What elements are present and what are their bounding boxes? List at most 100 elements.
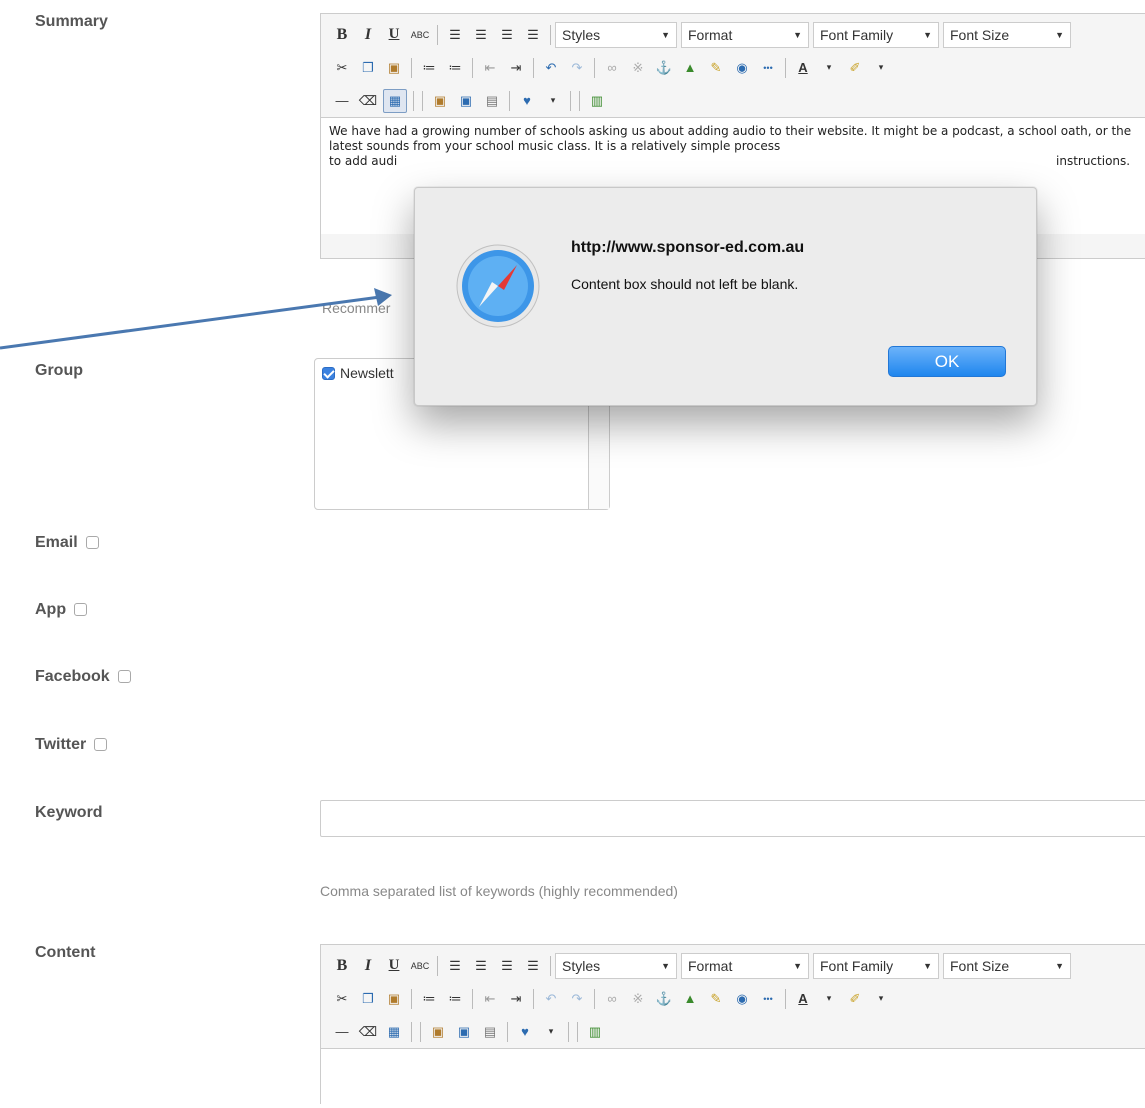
undo-icon[interactable]: ↶ — [540, 57, 562, 79]
chevron-down-icon[interactable]: ▾ — [540, 1021, 562, 1043]
cut-icon[interactable]: ✂ — [331, 57, 353, 79]
cut-icon[interactable]: ✂ — [331, 988, 353, 1010]
bold-button[interactable]: B — [331, 24, 353, 46]
anchor-icon[interactable]: ⚓ — [653, 57, 675, 79]
bullet-list-icon[interactable]: ≔ — [418, 57, 440, 79]
unlink-icon[interactable]: ※ — [627, 57, 649, 79]
redo-icon[interactable]: ↷ — [566, 988, 588, 1010]
app-checkbox[interactable] — [74, 603, 88, 617]
copy-icon[interactable]: ❐ — [357, 988, 379, 1010]
bold-button[interactable]: B — [331, 955, 353, 977]
app-row: App — [35, 601, 88, 619]
outdent-icon[interactable]: ⇤ — [479, 988, 501, 1010]
indent-icon[interactable]: ⇥ — [505, 57, 527, 79]
cleanup-icon[interactable]: ✎ — [705, 988, 727, 1010]
align-left-icon[interactable]: ☰ — [444, 955, 466, 977]
content-editor-body[interactable] — [321, 1048, 1145, 1108]
cleanup-icon[interactable]: ✎ — [705, 57, 727, 79]
undo-icon[interactable]: ↶ — [540, 988, 562, 1010]
strikethrough-button[interactable]: ABC — [409, 24, 431, 46]
copy-icon[interactable]: ❐ — [357, 57, 379, 79]
italic-button[interactable]: I — [357, 24, 379, 46]
outdent-icon[interactable]: ⇤ — [479, 57, 501, 79]
image-icon[interactable]: ▲ — [679, 57, 701, 79]
horizontal-rule-icon[interactable]: — — [331, 90, 353, 112]
chevron-down-icon: ▼ — [793, 960, 802, 971]
facebook-row: Facebook — [35, 668, 131, 686]
align-left-icon[interactable]: ☰ — [444, 24, 466, 46]
eraser-icon[interactable]: ⌫ — [357, 1021, 379, 1043]
ok-button[interactable]: OK — [888, 346, 1006, 377]
styles-dropdown[interactable]: Styles ▼ — [555, 952, 677, 979]
underline-button[interactable]: U — [383, 24, 405, 46]
toolbar-row-1: B I U ABC ☰ ☰ ☰ ☰ Styles ▼ Format ▼ Font F… — [321, 18, 1145, 51]
text-color-icon[interactable]: A — [792, 988, 814, 1010]
help-icon[interactable]: ◉ — [731, 57, 753, 79]
paste-text-icon[interactable]: ▣ — [429, 90, 451, 112]
app-label: App — [35, 601, 67, 618]
chevron-down-icon[interactable]: ▾ — [818, 57, 840, 79]
paste-word-icon[interactable]: ▣ — [455, 90, 477, 112]
help-icon[interactable]: ◉ — [731, 988, 753, 1010]
horizontal-rule-icon[interactable]: — — [331, 1021, 353, 1043]
link-icon[interactable]: ∞ — [601, 988, 623, 1010]
media-icon[interactable]: ▥ — [584, 1021, 606, 1043]
align-center-icon[interactable]: ☰ — [470, 955, 492, 977]
image-icon[interactable]: ▲ — [679, 988, 701, 1010]
format-dropdown[interactable]: Format ▼ — [681, 21, 809, 48]
select-all-icon[interactable]: ▤ — [481, 90, 503, 112]
group-item[interactable]: Newslett — [322, 365, 394, 381]
align-right-icon[interactable]: ☰ — [496, 24, 518, 46]
paste-icon[interactable]: ▣ — [383, 988, 405, 1010]
highlight-color-icon[interactable]: ✐ — [844, 57, 866, 79]
highlight-color-icon[interactable]: ✐ — [844, 988, 866, 1010]
font-size-dropdown[interactable]: Font Size ▼ — [943, 21, 1071, 48]
select-all-icon[interactable]: ▤ — [479, 1021, 501, 1043]
redo-icon[interactable]: ↷ — [566, 57, 588, 79]
strikethrough-button[interactable]: ABC — [409, 955, 431, 977]
html-icon[interactable]: ••• — [757, 57, 779, 79]
align-justify-icon[interactable]: ☰ — [522, 24, 544, 46]
spellcheck-icon[interactable]: ♥ — [516, 90, 538, 112]
facebook-checkbox[interactable] — [117, 670, 131, 684]
font-family-dropdown[interactable]: Font Family ▼ — [813, 21, 939, 48]
font-size-dropdown[interactable]: Font Size ▼ — [943, 952, 1071, 979]
styles-dropdown[interactable]: Styles ▼ — [555, 21, 677, 48]
twitter-checkbox[interactable] — [94, 738, 108, 752]
link-icon[interactable]: ∞ — [601, 57, 623, 79]
align-justify-icon[interactable]: ☰ — [522, 955, 544, 977]
italic-button[interactable]: I — [357, 955, 379, 977]
toolbar-row-3: — ⌫ ▦ ▣ ▣ ▤ ♥ ▾ ▥ — [321, 84, 1145, 117]
email-checkbox[interactable] — [85, 536, 99, 550]
toolbar-row-3: — ⌫ ▦ ▣ ▣ ▤ ♥ ▾ ▥ — [321, 1015, 1145, 1048]
chevron-down-icon[interactable]: ▾ — [542, 90, 564, 112]
paste-icon[interactable]: ▣ — [383, 57, 405, 79]
paste-text-icon[interactable]: ▣ — [427, 1021, 449, 1043]
paste-word-icon[interactable]: ▣ — [453, 1021, 475, 1043]
indent-icon[interactable]: ⇥ — [505, 988, 527, 1010]
bullet-list-icon[interactable]: ≔ — [418, 988, 440, 1010]
unlink-icon[interactable]: ※ — [627, 988, 649, 1010]
align-center-icon[interactable]: ☰ — [470, 24, 492, 46]
numbered-list-icon[interactable]: ≔ — [444, 57, 466, 79]
anchor-icon[interactable]: ⚓ — [653, 988, 675, 1010]
keyword-input[interactable] — [320, 800, 1145, 837]
numbered-list-icon[interactable]: ≔ — [444, 988, 466, 1010]
chevron-down-icon[interactable]: ▾ — [870, 988, 892, 1010]
table-icon[interactable]: ▦ — [383, 88, 407, 113]
align-right-icon[interactable]: ☰ — [496, 955, 518, 977]
spellcheck-icon[interactable]: ♥ — [514, 1021, 536, 1043]
eraser-icon[interactable]: ⌫ — [357, 90, 379, 112]
group-label: Group — [35, 362, 83, 379]
table-icon[interactable]: ▦ — [383, 1021, 405, 1043]
email-label: Email — [35, 534, 78, 551]
media-icon[interactable]: ▥ — [586, 90, 608, 112]
html-icon[interactable]: ••• — [757, 988, 779, 1010]
font-family-dropdown[interactable]: Font Family ▼ — [813, 952, 939, 979]
chevron-down-icon[interactable]: ▾ — [818, 988, 840, 1010]
underline-button[interactable]: U — [383, 955, 405, 977]
chevron-down-icon[interactable]: ▾ — [870, 57, 892, 79]
format-dropdown[interactable]: Format ▼ — [681, 952, 809, 979]
text-color-icon[interactable]: A — [792, 57, 814, 79]
newsletter-checkbox[interactable] — [322, 366, 335, 380]
